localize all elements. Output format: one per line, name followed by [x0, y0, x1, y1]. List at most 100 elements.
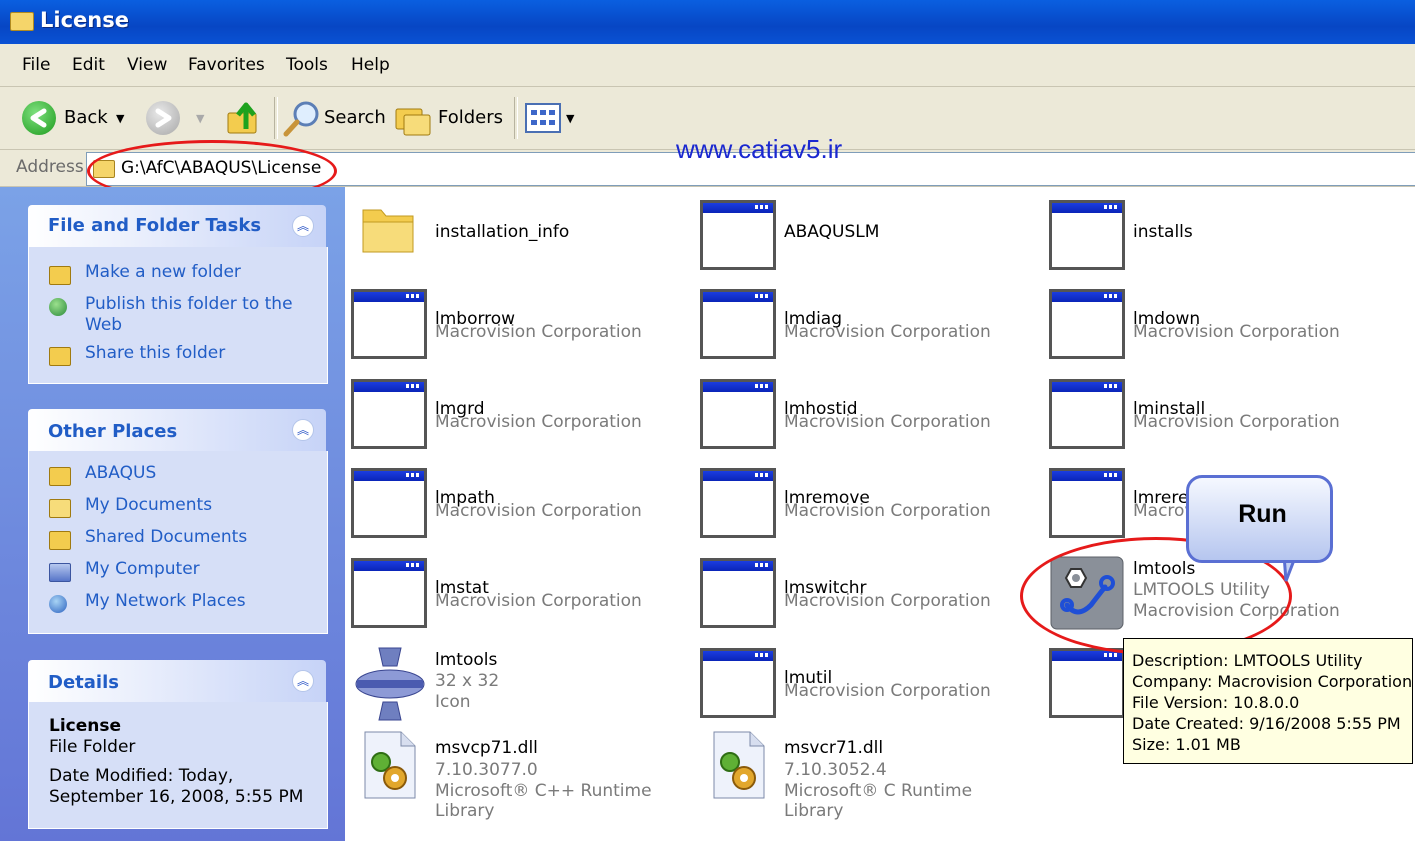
- computer-icon: [49, 563, 71, 582]
- tooltip-company: Company: Macrovision Corporation: [1132, 672, 1413, 691]
- file-item[interactable]: lmremove Macrovision Corporation: [700, 468, 1030, 548]
- folder-icon: [49, 467, 71, 486]
- new-folder-icon: [49, 266, 71, 285]
- file-item[interactable]: lmgrd Macrovision Corporation: [351, 379, 681, 459]
- task-label: Make a new folder: [85, 262, 241, 282]
- file-company: Macrovision Corporation: [784, 591, 991, 611]
- details-modified-date: September 16, 2008, 5:55 PM: [49, 787, 304, 807]
- file-item[interactable]: lmborrow Macrovision Corporation: [351, 289, 681, 369]
- back-arrow-icon: [22, 101, 56, 135]
- file-company: Macrovision Corporation: [784, 501, 991, 521]
- toolbar-separator: [274, 97, 278, 139]
- search-button[interactable]: Search: [282, 87, 386, 149]
- file-version: 7.10.3052.4: [784, 760, 887, 780]
- menu-tools[interactable]: Tools: [286, 55, 328, 75]
- app-window-icon: [1049, 468, 1125, 538]
- panel-title: Details: [48, 672, 119, 693]
- place-label: My Documents: [85, 495, 213, 515]
- panel-header[interactable]: Details ︽: [28, 660, 326, 702]
- app-window-icon: [700, 648, 776, 718]
- file-item[interactable]: lmswitchr Macrovision Corporation: [700, 558, 1030, 638]
- file-item[interactable]: lmhostid Macrovision Corporation: [700, 379, 1030, 459]
- file-item[interactable]: lmpath Macrovision Corporation: [351, 468, 681, 548]
- folders-label: Folders: [438, 107, 504, 128]
- collapse-chevron-icon[interactable]: ︽: [292, 215, 314, 237]
- file-item[interactable]: msvcr71.dll 7.10.3052.4 Microsoft® C Run…: [700, 730, 1030, 821]
- share-folder-icon: [49, 347, 71, 366]
- file-company: Macrovision Corporation: [784, 322, 991, 342]
- views-dropdown-icon: ▼: [566, 112, 575, 125]
- file-name: msvcr71.dll: [784, 738, 884, 758]
- dll-gear-icon: [364, 731, 416, 799]
- file-name: ABAQUSLM: [784, 222, 880, 242]
- file-item[interactable]: lmutil Macrovision Corporation: [700, 648, 1030, 728]
- forward-dropdown-icon: ▼: [196, 112, 205, 125]
- back-dropdown-icon[interactable]: ▼: [116, 112, 124, 125]
- app-window-icon: [351, 379, 427, 449]
- file-item[interactable]: ABAQUSLM: [700, 200, 1030, 280]
- file-type: Icon: [435, 692, 471, 712]
- file-name: installs: [1133, 222, 1193, 242]
- toolbar-separator: [514, 97, 518, 139]
- network-icon: [49, 595, 67, 613]
- globe-icon: [49, 298, 67, 316]
- file-item[interactable]: lmtools 32 x 32 Icon: [351, 646, 681, 726]
- file-description: Microsoft® C++ Runtime Library: [435, 781, 652, 821]
- details-name: License: [49, 716, 122, 736]
- file-company: Macrovision Corporation: [784, 412, 991, 432]
- file-item[interactable]: lmdiag Macrovision Corporation: [700, 289, 1030, 369]
- menu-file[interactable]: File: [22, 55, 50, 75]
- views-button[interactable]: ▼: [524, 87, 580, 149]
- title-bar: License: [0, 0, 1415, 44]
- window-title: License: [40, 8, 129, 32]
- folder-icon: [362, 209, 414, 253]
- app-window-icon: [1049, 379, 1125, 449]
- file-item[interactable]: lmrerea Macrov: [1049, 468, 1199, 548]
- place-label: Shared Documents: [85, 527, 248, 547]
- file-item[interactable]: lmstat Macrovision Corporation: [351, 558, 681, 638]
- file-company: Macrovision Corporation: [435, 591, 642, 611]
- details-modified: Date Modified: Today,: [49, 766, 234, 786]
- app-window-icon: [700, 289, 776, 359]
- address-label: Address: [16, 157, 84, 177]
- file-name: lmtools: [435, 650, 498, 670]
- menu-view[interactable]: View: [127, 55, 167, 75]
- menu-favorites[interactable]: Favorites: [188, 55, 265, 75]
- back-button[interactable]: Back ▼: [20, 87, 132, 149]
- file-item[interactable]: installs: [1049, 200, 1379, 280]
- file-item[interactable]: lminstall Macrovision Corporation: [1049, 379, 1379, 459]
- tooltip-size: Size: 1.01 MB: [1132, 735, 1241, 754]
- folders-icon: [395, 108, 431, 136]
- app-window-icon: [351, 468, 427, 538]
- run-callout: Run: [1186, 475, 1333, 563]
- place-label: ABAQUS: [85, 463, 157, 483]
- collapse-chevron-icon[interactable]: ︽: [292, 670, 314, 692]
- folders-button[interactable]: Folders: [394, 87, 504, 149]
- folder-up-icon: [227, 102, 257, 134]
- panel-body: Make a new folder Publish this folder to…: [28, 247, 328, 384]
- panel-body: License File Folder Date Modified: Today…: [28, 702, 328, 829]
- file-folder-tasks-panel: File and Folder Tasks ︽ Make a new folde…: [28, 205, 328, 385]
- app-window-icon: [351, 289, 427, 359]
- tooltip-version: File Version: 10.8.0.0: [1132, 693, 1300, 712]
- callout-text: Run: [1238, 500, 1287, 528]
- app-window-icon: [1049, 648, 1125, 718]
- panel-header[interactable]: File and Folder Tasks ︽: [28, 205, 326, 247]
- app-window-icon: [1049, 289, 1125, 359]
- panel-header[interactable]: Other Places ︽: [28, 409, 326, 451]
- panel-title: Other Places: [48, 421, 178, 442]
- watermark-text: www.catiav5.ir: [676, 134, 843, 164]
- file-item[interactable]: [1049, 648, 1125, 728]
- details-panel: Details ︽ License File Folder Date Modif…: [28, 660, 328, 830]
- collapse-chevron-icon[interactable]: ︽: [292, 419, 314, 441]
- menu-help[interactable]: Help: [351, 55, 390, 75]
- file-dimensions: 32 x 32: [435, 671, 500, 691]
- panel-body: ABAQUS My Documents Shared Documents My …: [28, 451, 328, 634]
- file-item[interactable]: msvcp71.dll 7.10.3077.0 Microsoft® C++ R…: [351, 730, 681, 821]
- file-item[interactable]: installation_info: [351, 200, 681, 280]
- menu-edit[interactable]: Edit: [72, 55, 105, 75]
- tooltip-date: Date Created: 9/16/2008 5:55 PM: [1132, 714, 1401, 733]
- task-label: Share this folder: [85, 343, 226, 363]
- file-item[interactable]: lmdown Macrovision Corporation: [1049, 289, 1379, 369]
- app-window-icon: [1049, 200, 1125, 270]
